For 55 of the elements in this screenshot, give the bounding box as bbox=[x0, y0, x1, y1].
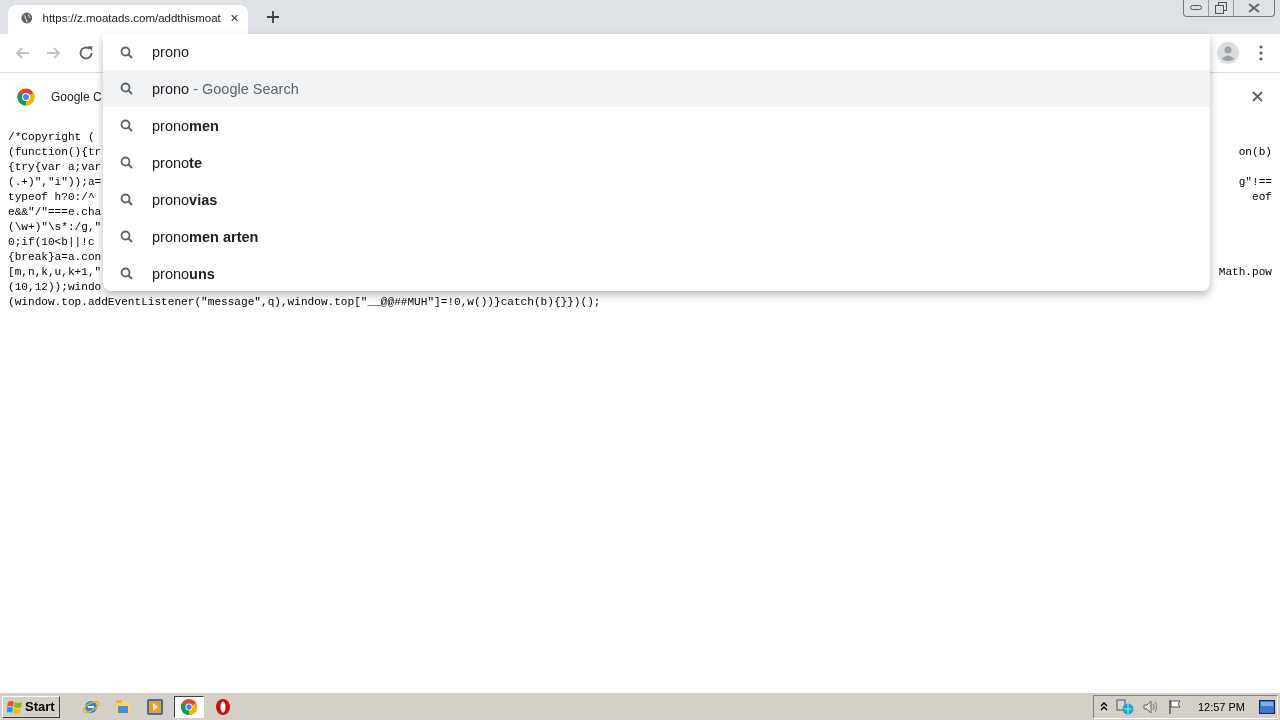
code-text: {try{var a;var bbox=[8, 160, 102, 175]
chrome-logo-icon bbox=[179, 697, 198, 716]
search-icon bbox=[120, 230, 133, 243]
media-player-icon bbox=[145, 697, 164, 716]
profile-avatar-icon[interactable] bbox=[1217, 42, 1239, 64]
taskbar-app-button[interactable] bbox=[173, 695, 204, 718]
code-text: (function(){tr bbox=[8, 145, 102, 160]
chrome-logo-icon bbox=[17, 87, 35, 106]
flag-icon[interactable] bbox=[1167, 698, 1184, 715]
code-text: Math.pow bbox=[1218, 265, 1272, 280]
browser-tab[interactable]: https://z.moatads.com/addthismoat bbox=[8, 5, 248, 34]
code-text: {break}a=a.con bbox=[8, 250, 102, 265]
show-desktop-icon[interactable] bbox=[1259, 699, 1275, 714]
search-icon bbox=[120, 193, 133, 206]
chevron-up-icon[interactable] bbox=[1099, 702, 1108, 711]
suggestion-item[interactable]: pronote bbox=[103, 144, 1210, 181]
code-text: on(b) bbox=[1238, 145, 1272, 160]
suggestion-item[interactable]: pronomen bbox=[103, 107, 1210, 144]
code-text: (window.top.addEventListener("message",q),window.top["__@@##MUH"]=!0,w())}catch(b){}})(); bbox=[8, 295, 601, 310]
speaker-icon[interactable] bbox=[1141, 698, 1160, 715]
search-icon bbox=[120, 156, 133, 169]
close-icon bbox=[1248, 3, 1260, 13]
code-text: /*Copyright ( bbox=[8, 130, 95, 145]
tab-title: https://z.moatads.com/addthismoat bbox=[42, 12, 221, 24]
folder-icon bbox=[113, 697, 132, 716]
code-text: g"!== bbox=[1238, 175, 1272, 190]
close-icon[interactable] bbox=[230, 13, 238, 23]
code-text: (\w+)"\s*:/g," bbox=[8, 220, 102, 235]
code-text: (10,12));windo bbox=[8, 280, 102, 295]
clock-text: 12:57 PM bbox=[1197, 700, 1245, 713]
search-icon bbox=[120, 119, 133, 132]
address-field[interactable]: prono bbox=[152, 44, 752, 60]
globe-icon bbox=[21, 10, 33, 26]
code-text: eof bbox=[1252, 190, 1272, 205]
code-text: (.+)","i"));a= bbox=[8, 175, 102, 190]
search-icon bbox=[120, 82, 133, 95]
suggestion-item[interactable]: pronomen arten bbox=[103, 218, 1210, 255]
new-tab-icon[interactable] bbox=[266, 10, 280, 24]
suggestion-item[interactable]: pronouns bbox=[103, 255, 1210, 292]
code-text: typeof h?0:/^ bbox=[8, 190, 95, 205]
windows-logo-icon bbox=[7, 699, 23, 714]
close-icon[interactable] bbox=[1252, 91, 1263, 102]
code-text: e&&"/"===e.cha bbox=[8, 205, 102, 220]
search-icon bbox=[120, 45, 133, 59]
minimize-icon bbox=[1190, 5, 1202, 11]
search-icon bbox=[120, 267, 133, 280]
suggestion-item[interactable]: prono - Google Search bbox=[103, 70, 1210, 107]
code-text: 0;if(10<b||!c bbox=[8, 235, 95, 250]
code-text: [m,n,k,u,k+1," bbox=[8, 265, 102, 280]
start-button[interactable]: Start bbox=[2, 695, 60, 718]
opera-logo-icon bbox=[213, 697, 232, 716]
suggestion-item[interactable]: pronovias bbox=[103, 181, 1210, 218]
infobar-text: Google C bbox=[51, 89, 102, 104]
menu-icon[interactable] bbox=[1259, 45, 1263, 61]
reload-icon[interactable] bbox=[78, 45, 94, 61]
